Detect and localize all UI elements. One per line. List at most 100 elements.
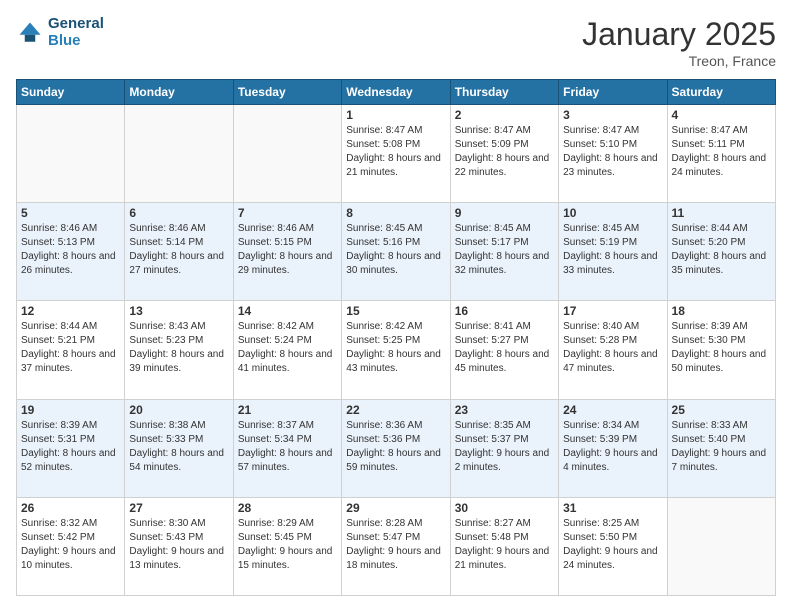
subtitle: Treon, France [582, 53, 776, 69]
day-info: Sunrise: 8:39 AMSunset: 5:30 PMDaylight:… [672, 320, 771, 376]
calendar-cell: 9 Sunrise: 8:45 AMSunset: 5:17 PMDaylight… [450, 203, 558, 301]
calendar-cell: 16 Sunrise: 8:41 AMSunset: 5:27 PMDayligh… [450, 301, 558, 399]
calendar-cell: 8 Sunrise: 8:45 AMSunset: 5:16 PMDaylight… [342, 203, 450, 301]
main-title: January 2025 [582, 16, 776, 53]
calendar-cell: 25Sunrise: 8:33 AMSunset: 5:40 PMDayligh… [667, 399, 775, 497]
day-number: 8 [346, 206, 445, 220]
calendar-week-1: 1Sunrise: 8:47 AMSunset: 5:08 PMDaylight… [17, 105, 776, 203]
col-thursday: Thursday [450, 80, 558, 105]
calendar-cell: 15 Sunrise: 8:42 AMSunset: 5:25 PMDayligh… [342, 301, 450, 399]
day-info: Sunrise: 8:47 AMSunset: 5:10 PMDaylight:… [563, 124, 662, 180]
day-info: Sunrise: 8:47 AMSunset: 5:09 PMDaylight:… [455, 124, 554, 180]
day-number: 29 [346, 501, 445, 515]
day-number: 2 [455, 108, 554, 122]
calendar-cell: 3 Sunrise: 8:47 AMSunset: 5:10 PMDaylight… [559, 105, 667, 203]
day-info: Sunrise: 8:39 AMSunset: 5:31 PMDaylight:… [21, 419, 120, 475]
day-info: Sunrise: 8:42 AMSunset: 5:25 PMDaylight:… [346, 320, 445, 376]
day-number: 13 [129, 304, 228, 318]
day-info: Sunrise: 8:47 AMSunset: 5:11 PMDaylight:… [672, 124, 771, 180]
day-info: Sunrise: 8:28 AMSunset: 5:47 PMDaylight:… [346, 517, 445, 573]
day-number: 25 [672, 403, 771, 417]
day-info: Sunrise: 8:42 AMSunset: 5:24 PMDaylight:… [238, 320, 337, 376]
calendar-cell: 29 Sunrise: 8:28 AMSunset: 5:47 PMDayligh… [342, 497, 450, 595]
calendar-cell: 19 Sunrise: 8:39 AMSunset: 5:31 PMDayligh… [17, 399, 125, 497]
calendar-cell [667, 497, 775, 595]
calendar-cell: 20 Sunrise: 8:38 AMSunset: 5:33 PMDayligh… [125, 399, 233, 497]
calendar-cell: 2 Sunrise: 8:47 AMSunset: 5:09 PMDaylight… [450, 105, 558, 203]
day-number: 7 [238, 206, 337, 220]
day-number: 16 [455, 304, 554, 318]
title-block: January 2025 Treon, France [582, 16, 776, 69]
col-friday: Friday [559, 80, 667, 105]
calendar-cell: 14 Sunrise: 8:42 AMSunset: 5:24 PMDayligh… [233, 301, 341, 399]
day-number: 4 [672, 108, 771, 122]
col-monday: Monday [125, 80, 233, 105]
calendar-body: 1Sunrise: 8:47 AMSunset: 5:08 PMDaylight… [17, 105, 776, 596]
day-info: Sunrise: 8:29 AMSunset: 5:45 PMDaylight:… [238, 517, 337, 573]
calendar-cell: 17 Sunrise: 8:40 AMSunset: 5:28 PMDayligh… [559, 301, 667, 399]
day-number: 18 [672, 304, 771, 318]
calendar-week-4: 19 Sunrise: 8:39 AMSunset: 5:31 PMDayligh… [17, 399, 776, 497]
day-info: Sunrise: 8:46 AMSunset: 5:14 PMDaylight:… [129, 222, 228, 278]
day-number: 14 [238, 304, 337, 318]
calendar-cell: 23Sunrise: 8:35 AMSunset: 5:37 PMDayligh… [450, 399, 558, 497]
logo-line1: General [48, 16, 104, 33]
calendar-cell: 30Sunrise: 8:27 AMSunset: 5:48 PMDayligh… [450, 497, 558, 595]
calendar-cell: 24 Sunrise: 8:34 AMSunset: 5:39 PMDayligh… [559, 399, 667, 497]
day-info: Sunrise: 8:38 AMSunset: 5:33 PMDaylight:… [129, 419, 228, 475]
day-info: Sunrise: 8:44 AMSunset: 5:20 PMDaylight:… [672, 222, 771, 278]
col-sunday: Sunday [17, 80, 125, 105]
calendar-week-3: 12 Sunrise: 8:44 AMSunset: 5:21 PMDayligh… [17, 301, 776, 399]
calendar-week-5: 26Sunrise: 8:32 AMSunset: 5:42 PMDayligh… [17, 497, 776, 595]
calendar-header: Sunday Monday Tuesday Wednesday Thursday… [17, 80, 776, 105]
day-number: 6 [129, 206, 228, 220]
day-info: Sunrise: 8:36 AMSunset: 5:36 PMDaylight:… [346, 419, 445, 475]
day-number: 28 [238, 501, 337, 515]
calendar-cell: 22Sunrise: 8:36 AMSunset: 5:36 PMDayligh… [342, 399, 450, 497]
day-info: Sunrise: 8:30 AMSunset: 5:43 PMDaylight:… [129, 517, 228, 573]
day-number: 12 [21, 304, 120, 318]
col-saturday: Saturday [667, 80, 775, 105]
calendar-table: Sunday Monday Tuesday Wednesday Thursday… [16, 79, 776, 596]
page: General Blue January 2025 Treon, France … [0, 0, 792, 612]
day-number: 21 [238, 403, 337, 417]
day-number: 20 [129, 403, 228, 417]
calendar-cell: 11Sunrise: 8:44 AMSunset: 5:20 PMDayligh… [667, 203, 775, 301]
day-info: Sunrise: 8:45 AMSunset: 5:17 PMDaylight:… [455, 222, 554, 278]
day-info: Sunrise: 8:45 AMSunset: 5:19 PMDaylight:… [563, 222, 662, 278]
day-info: Sunrise: 8:44 AMSunset: 5:21 PMDaylight:… [21, 320, 120, 376]
day-info: Sunrise: 8:47 AMSunset: 5:08 PMDaylight:… [346, 124, 445, 180]
day-info: Sunrise: 8:34 AMSunset: 5:39 PMDaylight:… [563, 419, 662, 475]
day-number: 24 [563, 403, 662, 417]
day-info: Sunrise: 8:46 AMSunset: 5:15 PMDaylight:… [238, 222, 337, 278]
day-info: Sunrise: 8:45 AMSunset: 5:16 PMDaylight:… [346, 222, 445, 278]
calendar-cell: 12 Sunrise: 8:44 AMSunset: 5:21 PMDayligh… [17, 301, 125, 399]
calendar-cell [17, 105, 125, 203]
calendar-cell: 4 Sunrise: 8:47 AMSunset: 5:11 PMDaylight… [667, 105, 775, 203]
calendar-cell: 27 Sunrise: 8:30 AMSunset: 5:43 PMDayligh… [125, 497, 233, 595]
calendar-cell: 21Sunrise: 8:37 AMSunset: 5:34 PMDayligh… [233, 399, 341, 497]
header-row: Sunday Monday Tuesday Wednesday Thursday… [17, 80, 776, 105]
day-number: 17 [563, 304, 662, 318]
day-number: 9 [455, 206, 554, 220]
calendar-cell: 5Sunrise: 8:46 AMSunset: 5:13 PMDaylight… [17, 203, 125, 301]
col-tuesday: Tuesday [233, 80, 341, 105]
header: General Blue January 2025 Treon, France [16, 16, 776, 69]
calendar-cell: 18 Sunrise: 8:39 AMSunset: 5:30 PMDayligh… [667, 301, 775, 399]
col-wednesday: Wednesday [342, 80, 450, 105]
logo-line2: Blue [48, 33, 104, 50]
day-number: 26 [21, 501, 120, 515]
day-number: 5 [21, 206, 120, 220]
calendar-cell [233, 105, 341, 203]
calendar-cell: 10Sunrise: 8:45 AMSunset: 5:19 PMDayligh… [559, 203, 667, 301]
day-number: 27 [129, 501, 228, 515]
calendar-cell: 1Sunrise: 8:47 AMSunset: 5:08 PMDaylight… [342, 105, 450, 203]
day-number: 23 [455, 403, 554, 417]
day-info: Sunrise: 8:40 AMSunset: 5:28 PMDaylight:… [563, 320, 662, 376]
day-number: 3 [563, 108, 662, 122]
calendar-cell: 26Sunrise: 8:32 AMSunset: 5:42 PMDayligh… [17, 497, 125, 595]
day-info: Sunrise: 8:41 AMSunset: 5:27 PMDaylight:… [455, 320, 554, 376]
day-number: 19 [21, 403, 120, 417]
calendar-cell: 6 Sunrise: 8:46 AMSunset: 5:14 PMDaylight… [125, 203, 233, 301]
day-number: 15 [346, 304, 445, 318]
